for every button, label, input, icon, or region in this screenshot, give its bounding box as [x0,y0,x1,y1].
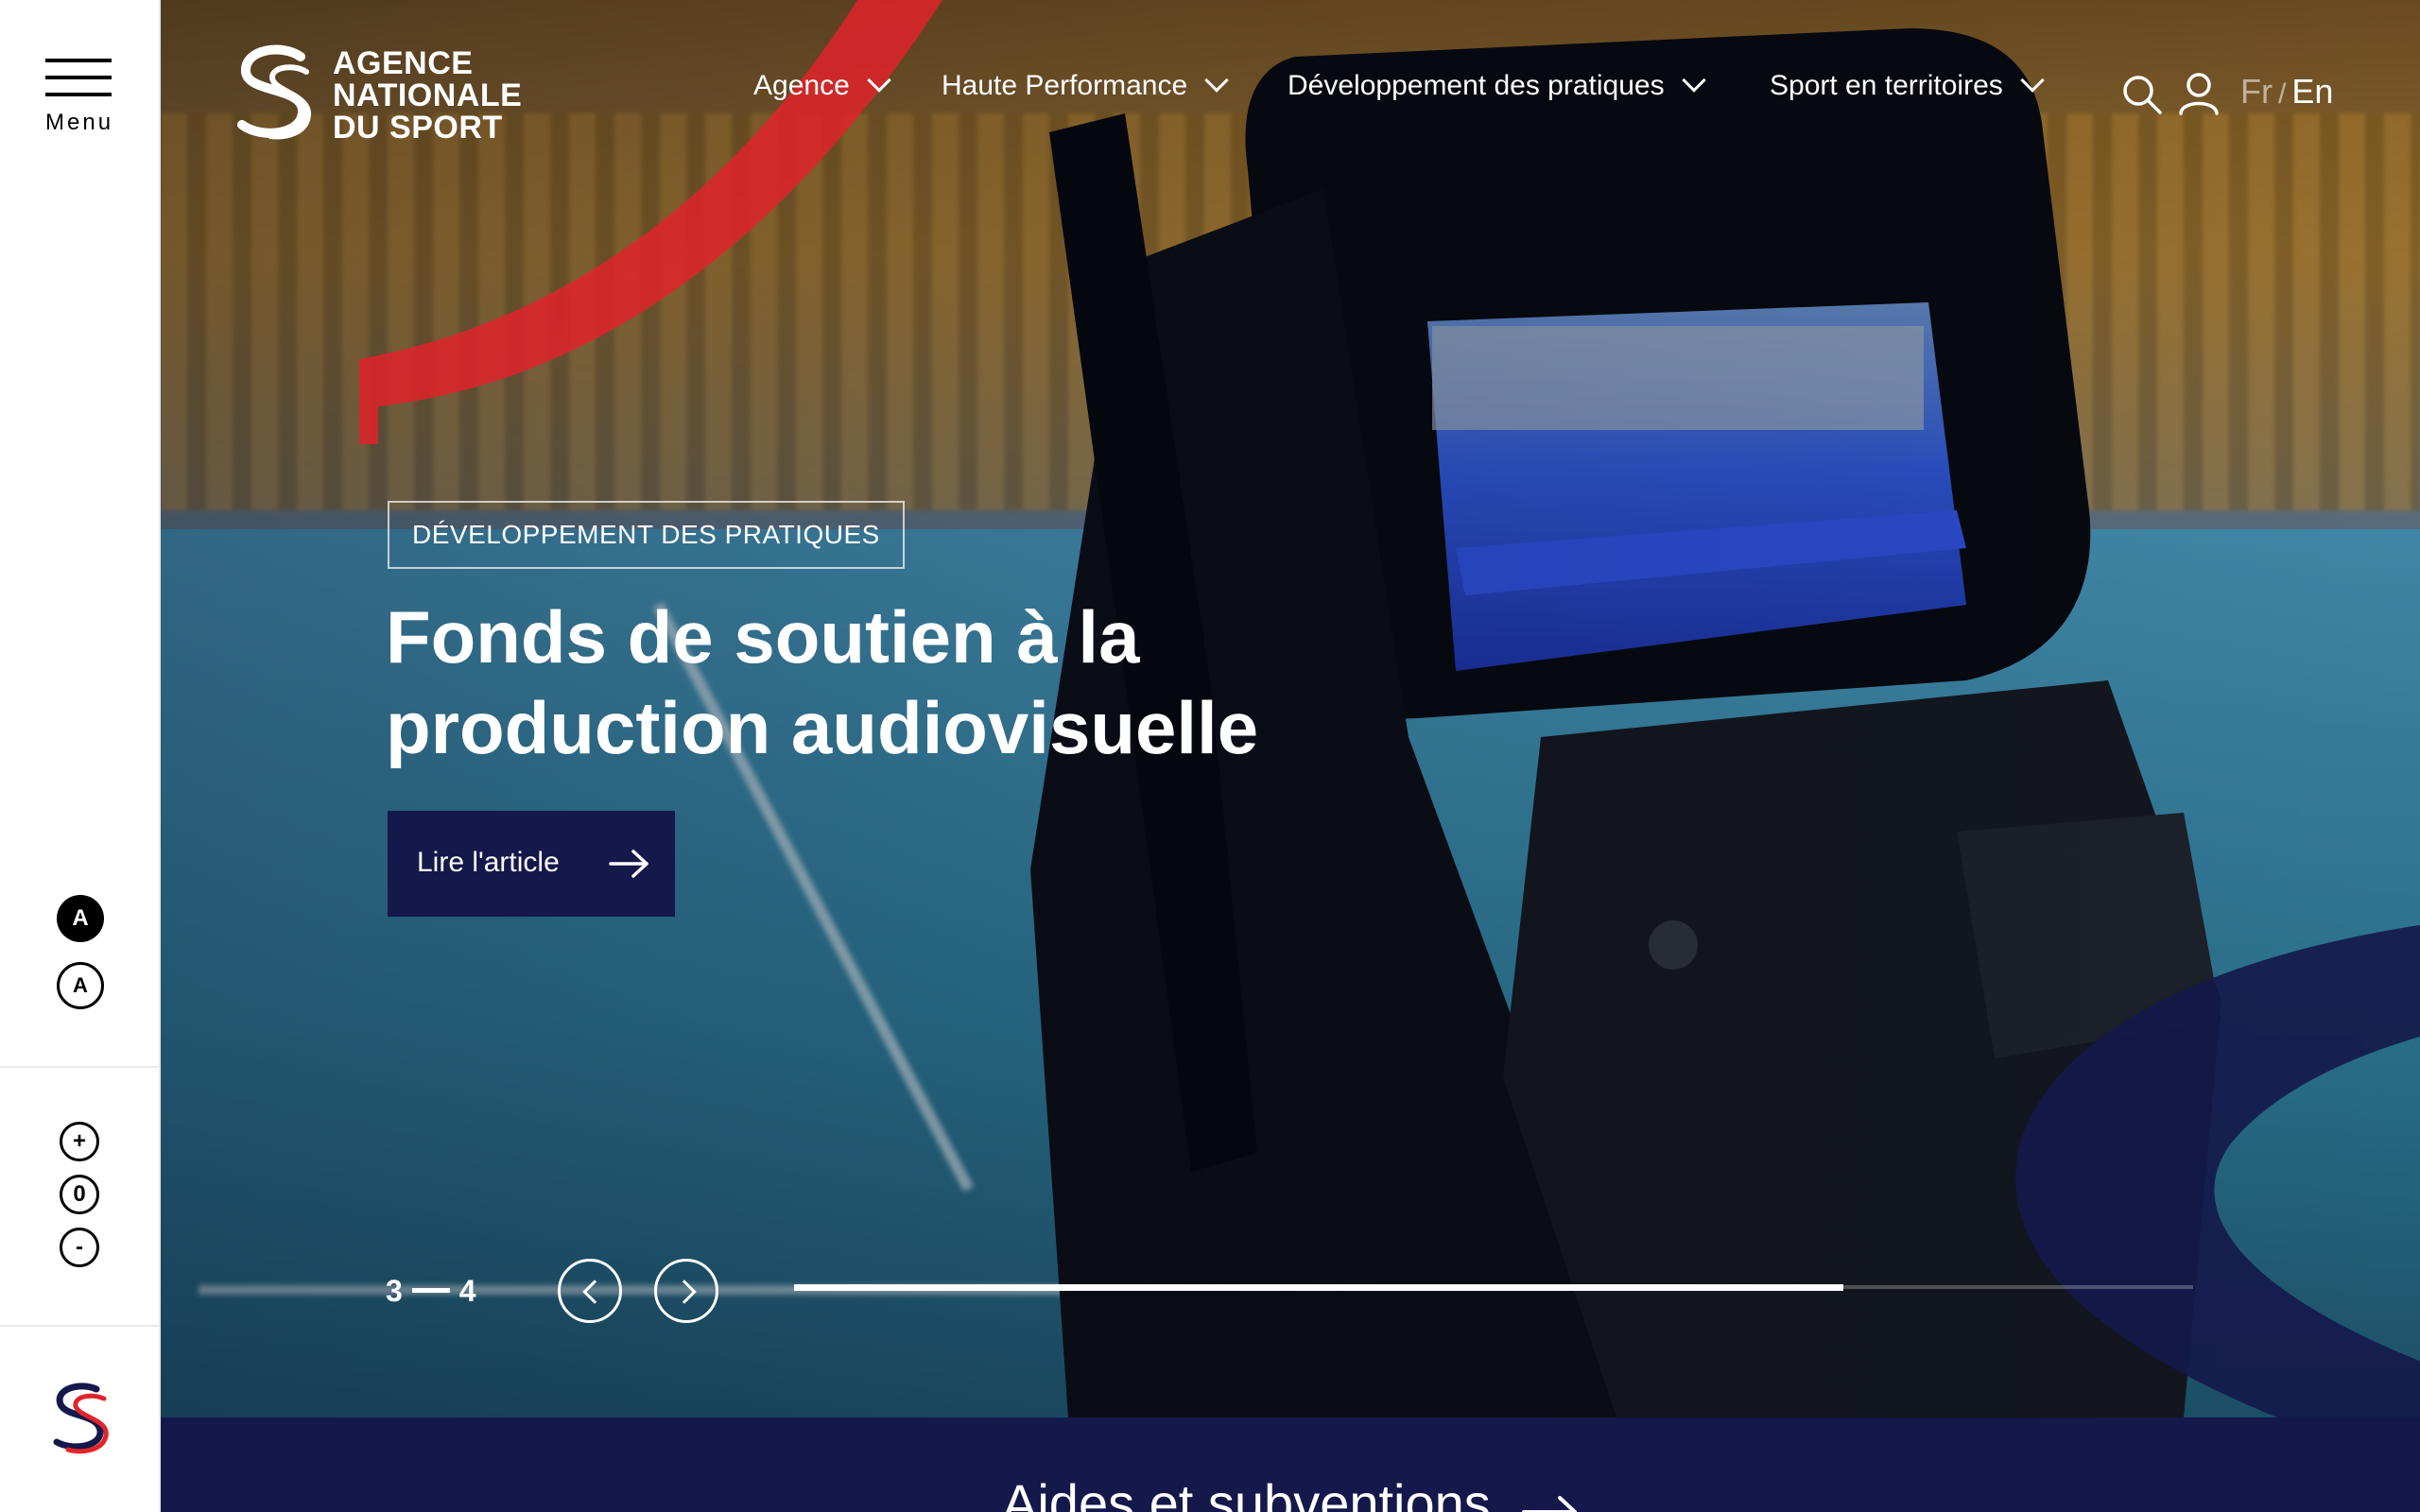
contrast-light-button[interactable]: A [57,962,104,1009]
slide-title: Fonds de soutien à la production audiovi… [386,592,1520,773]
chevron-left-icon [582,1280,607,1304]
ans-logo-mark-icon [237,44,311,140]
user-icon[interactable] [2178,72,2220,115]
slide-title-line: Fonds de soutien à la [386,595,1140,679]
slide-title-line: production audiovisuelle [386,686,1259,769]
menu-label: Menu [45,110,114,135]
aids-band[interactable]: Aides et subventions [161,1418,2420,1512]
chevron-right-icon [672,1280,697,1304]
slider-progress [794,1284,2193,1291]
nav-item-developpement-des-pratiques[interactable]: Développement des pratiques [1288,68,1706,102]
nav-item-label: Développement des pratiques [1288,70,1665,101]
rail-divider [0,1325,161,1327]
hamburger-icon-bar [45,76,112,79]
read-article-label: Lire l'article [417,847,560,878]
accessibility-rail: Menu A A + 0 - [0,0,161,1512]
nav-item-label: Haute Performance [942,70,1188,101]
arrow-right-icon [1522,1496,1577,1512]
logo-line: DU SPORT [333,110,503,146]
font-increase-button[interactable]: + [60,1122,99,1161]
slide-current: 3 [386,1274,403,1308]
slide-counter-dash [411,1288,450,1294]
slider-progress-fill [794,1284,1843,1291]
nav-item-haute-performance[interactable]: Haute Performance [942,68,1229,102]
logo-line: NATIONALE [333,77,523,113]
logo-line: AGENCE [333,45,474,81]
chevron-down-icon [2020,68,2045,93]
site-logo[interactable]: AGENCE NATIONALE DU SPORT [234,43,546,147]
chevron-down-icon [1681,68,1706,93]
menu-button[interactable]: Menu [45,55,113,140]
lang-en-link[interactable]: En [2291,72,2333,111]
arrow-right-icon [609,850,648,878]
category-tag[interactable]: DÉVELOPPEMENT DES PRATIQUES [388,501,905,569]
search-icon[interactable] [2121,74,2163,115]
contrast-dark-button[interactable]: A [57,895,104,942]
logo-wordmark: AGENCE NATIONALE DU SPORT [333,47,522,144]
nav-item-label: Sport en territoires [1770,70,2003,101]
nav-item-sport-en-territoires[interactable]: Sport en territoires [1770,68,2045,102]
slide-counter: 34 [386,1274,476,1309]
lang-separator: / [2277,78,2287,110]
chevron-down-icon [1204,68,1229,93]
lang-fr-link[interactable]: Fr [2240,72,2273,111]
slider-prev-button[interactable] [558,1259,622,1323]
nav-item-label: Agence [753,70,850,101]
chevron-down-icon [867,68,891,93]
slide-total: 4 [458,1274,476,1308]
language-switcher: Fr / En [2240,72,2333,112]
ans-logo-icon[interactable] [47,1380,113,1455]
read-article-button[interactable]: Lire l'article [388,811,675,917]
nav-item-agence[interactable]: Agence [753,68,891,102]
slider-next-button[interactable] [654,1259,718,1323]
aids-title: Aides et subventions [1002,1473,1491,1512]
hamburger-icon [45,59,112,62]
font-decrease-button[interactable]: - [60,1228,99,1267]
rail-divider [0,1066,161,1068]
font-reset-button[interactable]: 0 [60,1175,99,1214]
hamburger-icon-bar [45,93,112,96]
